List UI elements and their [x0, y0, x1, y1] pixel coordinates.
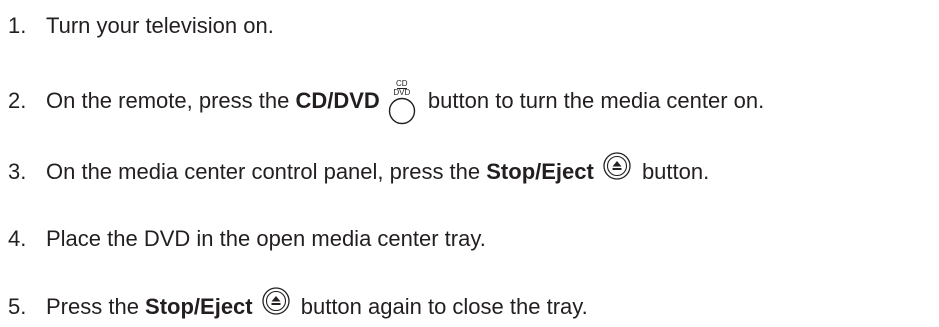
step-5: 5. Press the Stop/Eject button again to … — [0, 287, 588, 327]
step-4: 4. Place the DVD in the open media cente… — [0, 219, 486, 259]
stop-eject-icon — [602, 151, 632, 181]
round-button-outline — [388, 97, 416, 125]
cd-label: CD — [396, 79, 408, 88]
cd-dvd-button-icon: CD DVD — [386, 79, 418, 125]
step-text-suffix: button again to close the tray. — [294, 294, 588, 319]
step-1: 1. Turn your television on. — [0, 6, 274, 46]
step-number: 5. — [8, 294, 27, 319]
button-name: CD/DVD — [295, 88, 380, 113]
stop-eject-icon — [261, 286, 291, 316]
button-name: Stop/Eject — [486, 159, 594, 184]
step-text-prefix: Press the — [46, 294, 146, 319]
step-text-suffix: button to turn the media center on. — [421, 88, 765, 113]
step-text: Place the DVD in the open media center t… — [46, 226, 486, 251]
step-text-prefix: On the remote, press the — [46, 88, 296, 113]
step-number: 4. — [8, 226, 27, 251]
step-number: 1. — [8, 13, 27, 38]
button-name: Stop/Eject — [145, 294, 253, 319]
step-number: 2. — [8, 88, 27, 113]
step-number: 3. — [8, 159, 27, 184]
step-text: Turn your television on. — [46, 13, 274, 38]
step-3: 3. On the media center control panel, pr… — [0, 152, 709, 192]
step-text-suffix: button. — [635, 159, 710, 184]
step-2: 2. On the remote, press the CD/DVD CD DV… — [0, 79, 765, 125]
dvd-label: DVD — [393, 88, 411, 97]
step-text-prefix: On the media center control panel, press… — [46, 159, 487, 184]
